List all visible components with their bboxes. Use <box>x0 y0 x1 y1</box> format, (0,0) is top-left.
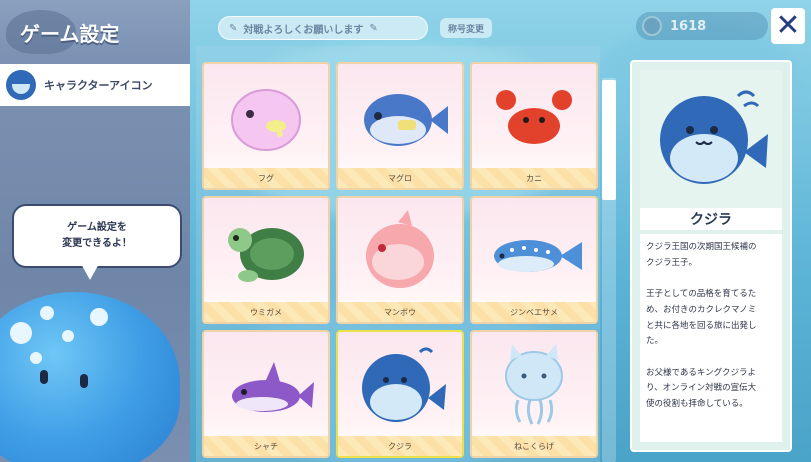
character-card-manbou[interactable]: マンボウ <box>336 196 464 324</box>
character-card-maguro[interactable]: マグロ <box>336 62 464 190</box>
page-title: ゲーム設定 <box>20 22 120 46</box>
whale-icon <box>660 90 768 184</box>
sidebar-item-label: キャラクターアイコン <box>44 79 153 92</box>
pufferfish-icon <box>231 89 301 151</box>
character-card-umigame[interactable]: ウミガメ <box>202 196 330 324</box>
card-label: マグロ <box>338 168 462 188</box>
whale-icon <box>362 347 446 422</box>
detail-description: クジラ王国の次期国王候補の クジラ王子。 王子としての品格を育てるた め、お付き… <box>640 234 782 442</box>
sidebar-header: ゲーム設定 <box>0 0 190 62</box>
sidebar-item-character-icon[interactable]: キャラクターアイコン <box>0 64 190 106</box>
detail-character-name: クジラ <box>640 208 782 230</box>
speech-bubble: ゲーム設定を 変更できるよ！ <box>12 204 182 268</box>
card-label: クジラ <box>338 436 462 456</box>
crab-icon <box>496 90 572 144</box>
whale-shark-mascot <box>0 292 180 462</box>
card-label: ウミガメ <box>204 302 328 322</box>
card-label: マンボウ <box>338 302 462 322</box>
card-label: フグ <box>204 168 328 188</box>
character-card-kujira[interactable]: クジラ <box>336 330 464 458</box>
character-card-nekokurage[interactable]: ねこくらげ <box>470 330 598 458</box>
whale-shark-icon <box>494 240 582 272</box>
sea-turtle-icon <box>228 228 304 282</box>
character-detail-panel: クジラ クジラ王国の次期国王候補の クジラ王子。 王子としての品格を育てるた め… <box>630 60 792 452</box>
coin-icon <box>642 16 662 36</box>
bubble-line-2: 変更できるよ！ <box>62 238 132 249</box>
close-button[interactable]: ✕ <box>771 8 805 44</box>
character-card-fugu[interactable]: フグ <box>202 62 330 190</box>
pen-icon: ✎ <box>229 22 238 34</box>
character-grid: フグ マグロ カニ ウミガメ マンボウ ジンベエサメ シャチ クジラ ねこくらげ <box>196 46 600 462</box>
player-name-field[interactable]: ✎ 対戦よろしくお願いします ✎ <box>218 16 428 40</box>
speech-bubble-tail <box>80 262 100 280</box>
rename-title-button[interactable]: 称号変更 <box>440 18 492 38</box>
sidebar: ゲーム設定 キャラクターアイコン ゲーム設定を 変更できるよ！ <box>0 0 190 462</box>
top-bar: ✎ 対戦よろしくお願いします ✎ 称号変更 1618 <box>190 0 811 52</box>
coin-value: 1618 <box>670 18 707 34</box>
scrollbar-thumb[interactable] <box>602 80 616 200</box>
pen-icon-right: ✎ <box>369 22 378 34</box>
tuna-icon <box>364 94 448 146</box>
card-label: ねこくらげ <box>472 436 596 456</box>
bubble-line-1: ゲーム設定を <box>67 222 127 233</box>
whale-icon <box>6 70 36 100</box>
character-card-jinbeizame[interactable]: ジンベエサメ <box>470 196 598 324</box>
coin-counter: 1618 <box>636 12 768 40</box>
card-label: カニ <box>472 168 596 188</box>
card-label: シャチ <box>204 436 328 456</box>
character-card-kani[interactable]: カニ <box>470 62 598 190</box>
orca-icon <box>232 362 314 412</box>
cat-jellyfish-icon <box>505 344 563 425</box>
detail-portrait <box>640 70 782 210</box>
sunfish-icon <box>366 210 434 288</box>
character-card-shachi[interactable]: シャチ <box>202 330 330 458</box>
card-label: ジンベエサメ <box>472 302 596 322</box>
player-name: 対戦よろしくお願いします <box>243 24 364 36</box>
